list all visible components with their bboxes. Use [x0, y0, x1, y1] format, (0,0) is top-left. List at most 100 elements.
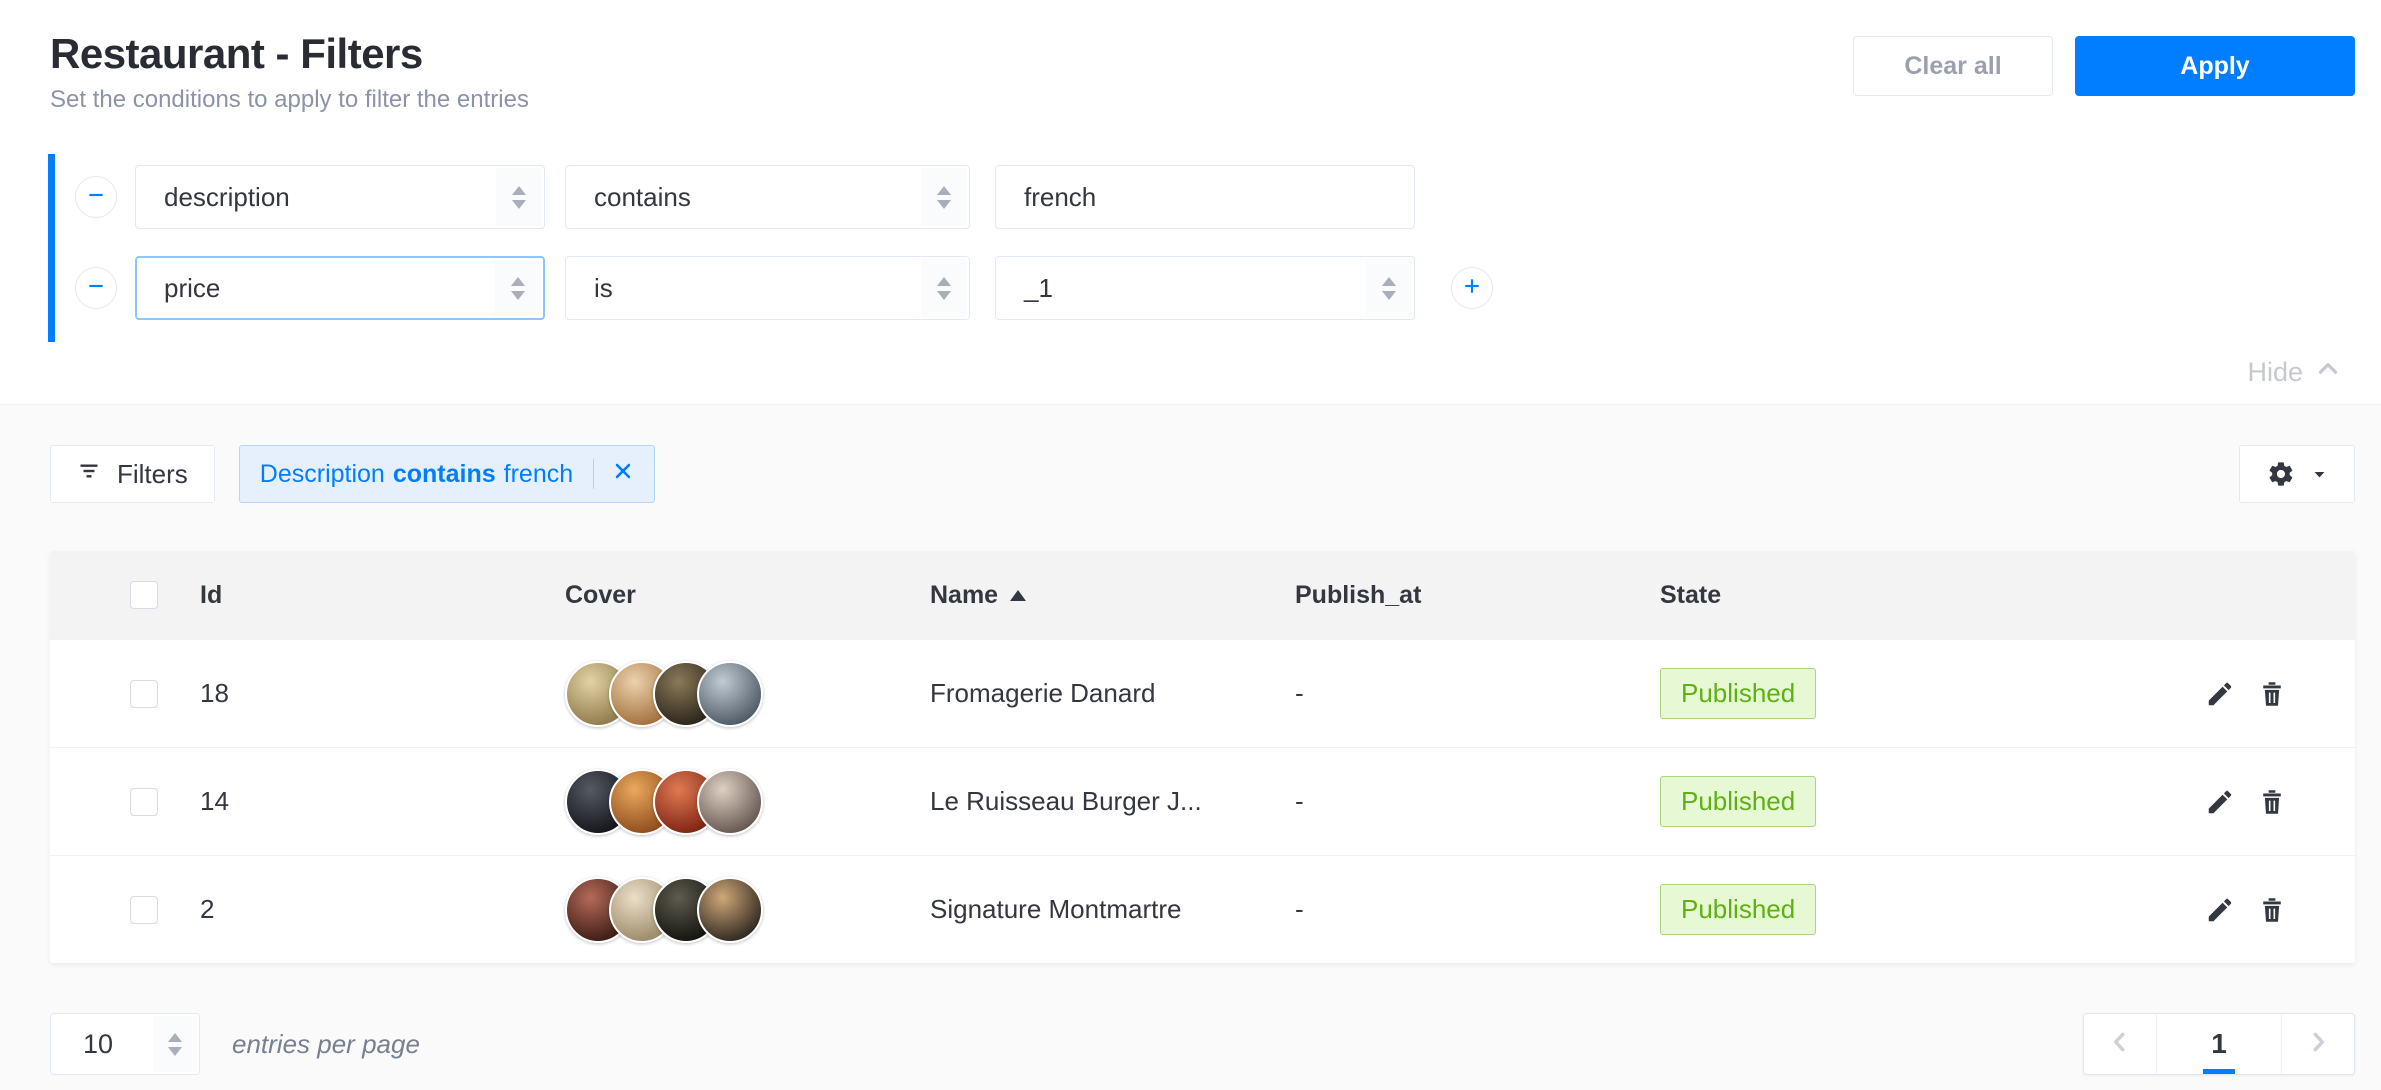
state-badge: Published [1660, 668, 1816, 719]
page-subtitle: Set the conditions to apply to filter th… [50, 86, 529, 114]
page-size-value: 10 [83, 1029, 113, 1060]
minus-icon [86, 276, 106, 301]
filter-builder: description contains french price is [48, 154, 2381, 342]
filters-toggle-button[interactable]: Filters [50, 445, 215, 503]
page-title: Restaurant - Filters [50, 30, 529, 78]
table-row[interactable]: 2 Signature Montmartre - Published [50, 855, 2355, 963]
row-checkbox[interactable] [130, 788, 158, 816]
current-page-indicator [2203, 1069, 2235, 1074]
cover-images [565, 661, 930, 727]
cover-avatar [697, 877, 763, 943]
delete-button[interactable] [2257, 679, 2287, 709]
table-settings-dropdown[interactable] [2239, 445, 2355, 503]
filter-row: price is _1 [75, 256, 2381, 320]
state-badge: Published [1660, 776, 1816, 827]
select-arrows-icon [921, 259, 967, 317]
filter-operator-value: is [594, 273, 613, 304]
header-actions: Clear all Apply [1853, 36, 2355, 96]
table-header-row: Id Cover Name Publish_at State [50, 551, 2355, 639]
chip-divider [593, 459, 594, 489]
filter-field-value: description [164, 182, 290, 213]
filter-value-input[interactable]: french [995, 165, 1415, 229]
filter-operator-select[interactable]: contains [565, 165, 970, 229]
page-title-block: Restaurant - Filters Set the conditions … [50, 30, 529, 114]
select-arrows-icon [496, 168, 542, 226]
cover-avatar [697, 769, 763, 835]
apply-button[interactable]: Apply [2075, 36, 2355, 96]
filter-field-value: price [164, 273, 220, 304]
cell-name: Le Ruisseau Burger J... [930, 786, 1295, 817]
page-size-select[interactable]: 10 [50, 1013, 200, 1075]
close-icon [612, 460, 634, 489]
chevron-up-icon [2315, 356, 2341, 389]
active-filter-chip: Description contains french [239, 445, 655, 503]
entries-table: Id Cover Name Publish_at State 18 Fromag… [50, 551, 2355, 963]
cover-avatar [697, 661, 763, 727]
list-toolbar: Filters Description contains french [50, 445, 2355, 503]
remove-filter-button[interactable] [75, 267, 117, 309]
row-checkbox[interactable] [130, 896, 158, 924]
column-header-name[interactable]: Name [930, 581, 1295, 610]
sort-asc-icon [1010, 590, 1026, 601]
entries-per-page-label: entries per page [232, 1029, 420, 1060]
chip-value: french [504, 460, 573, 489]
hide-label: Hide [2247, 357, 2303, 388]
hide-filters-link[interactable]: Hide [0, 356, 2341, 389]
column-header-state[interactable]: State [1660, 581, 2140, 610]
select-arrows-icon [921, 168, 967, 226]
chevron-right-icon [2305, 1029, 2331, 1060]
delete-button[interactable] [2257, 787, 2287, 817]
column-header-publish-at[interactable]: Publish_at [1295, 581, 1660, 610]
filter-field-select[interactable]: description [135, 165, 545, 229]
edit-button[interactable] [2205, 679, 2235, 709]
chevron-down-icon [2311, 466, 2328, 483]
chip-operator: contains [393, 460, 496, 489]
pagination: 1 [2083, 1013, 2355, 1075]
filter-row: description contains french [75, 165, 2381, 229]
filters-button-label: Filters [117, 459, 188, 490]
chevron-left-icon [2107, 1029, 2133, 1060]
minus-icon [86, 185, 106, 210]
stepper-arrows-icon [1366, 259, 1412, 317]
remove-filter-button[interactable] [75, 176, 117, 218]
delete-button[interactable] [2257, 895, 2287, 925]
cell-id: 14 [200, 786, 565, 817]
filter-value-stepper[interactable]: _1 [995, 256, 1415, 320]
current-page-number: 1 [2211, 1028, 2227, 1060]
cover-images [565, 769, 930, 835]
list-view-section: Filters Description contains french [0, 405, 2381, 1075]
filter-value-text: _1 [1024, 273, 1053, 304]
filter-operator-select[interactable]: is [565, 256, 970, 320]
column-header-name-label: Name [930, 581, 998, 610]
remove-chip-button[interactable] [612, 460, 634, 489]
column-header-cover[interactable]: Cover [565, 581, 930, 610]
table-row[interactable]: 18 Fromagerie Danard - Published [50, 639, 2355, 747]
column-header-id[interactable]: Id [200, 581, 565, 610]
cover-images [565, 877, 930, 943]
cell-id: 2 [200, 894, 565, 925]
cell-name: Fromagerie Danard [930, 678, 1295, 709]
filter-field-select[interactable]: price [135, 256, 545, 320]
edit-button[interactable] [2205, 787, 2235, 817]
table-row[interactable]: 14 Le Ruisseau Burger J... - Published [50, 747, 2355, 855]
filter-icon [77, 459, 101, 490]
page-header: Restaurant - Filters Set the conditions … [50, 30, 2355, 114]
filter-value-text: french [1024, 182, 1096, 213]
row-checkbox[interactable] [130, 680, 158, 708]
cell-name: Signature Montmartre [930, 894, 1295, 925]
page-number-button[interactable]: 1 [2156, 1014, 2282, 1074]
previous-page-button[interactable] [2084, 1014, 2156, 1074]
gear-icon [2267, 460, 2295, 488]
clear-all-button[interactable]: Clear all [1853, 36, 2053, 96]
next-page-button[interactable] [2282, 1014, 2354, 1074]
select-arrows-icon [153, 1016, 197, 1072]
edit-button[interactable] [2205, 895, 2235, 925]
add-filter-button[interactable] [1451, 267, 1493, 309]
cell-id: 18 [200, 678, 565, 709]
filters-panel-section: Restaurant - Filters Set the conditions … [0, 0, 2381, 405]
cell-publish-at: - [1295, 786, 1660, 817]
filter-operator-value: contains [594, 182, 691, 213]
select-all-checkbox[interactable] [130, 581, 158, 609]
plus-icon [1462, 276, 1482, 301]
cell-publish-at: - [1295, 678, 1660, 709]
